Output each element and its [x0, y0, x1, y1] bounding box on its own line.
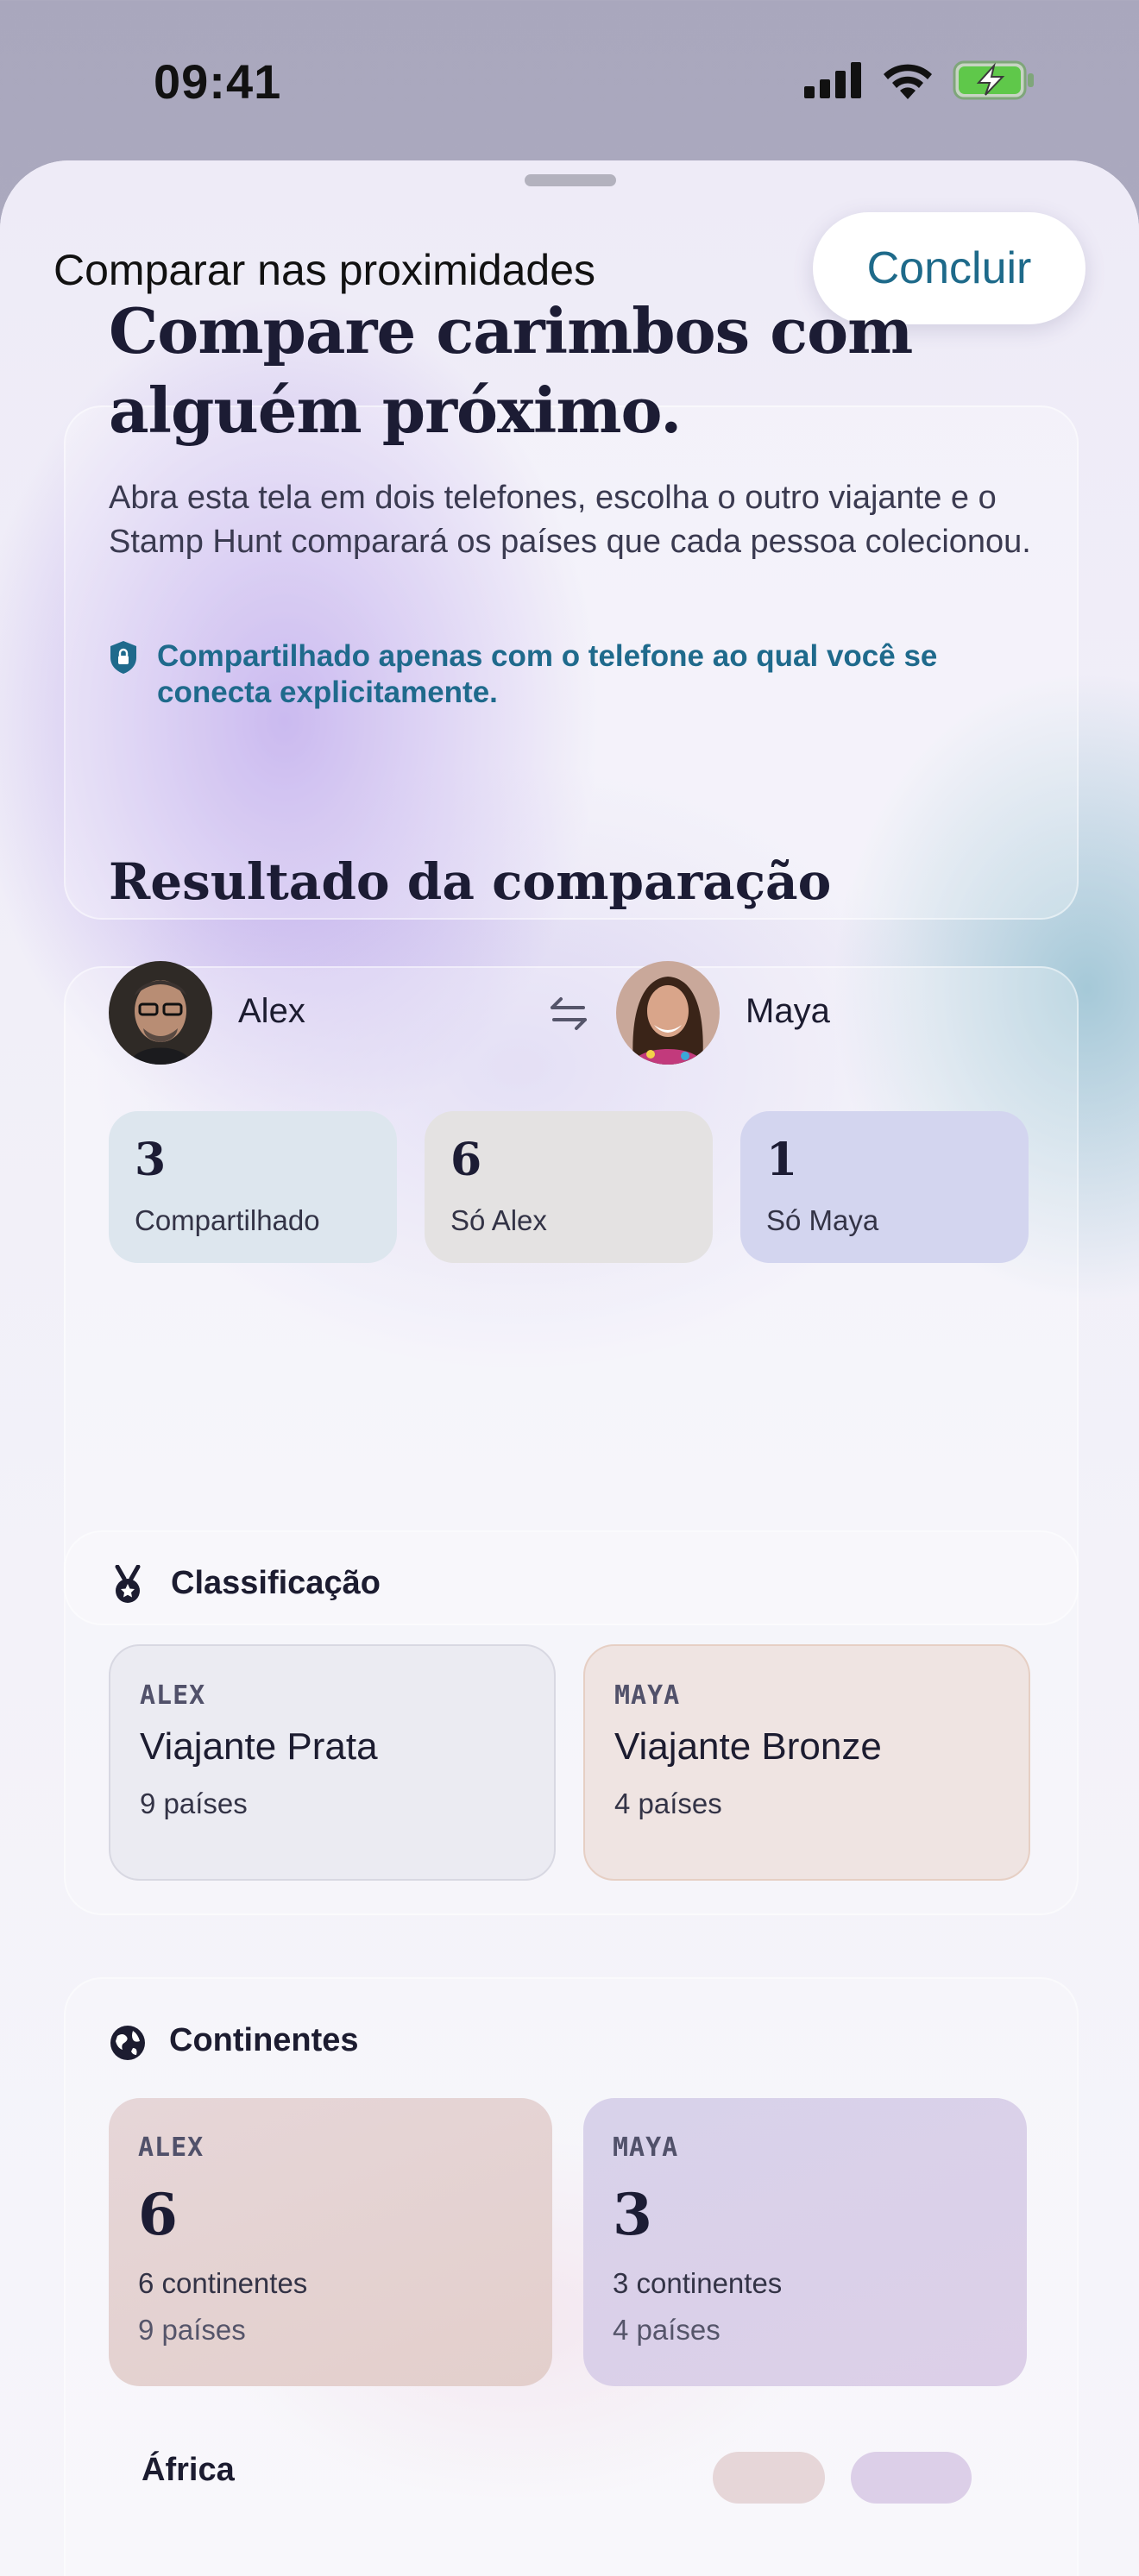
stat-shared: 3 Compartilhado: [109, 1111, 397, 1263]
continent-card-alex-continents: 6 continentes: [138, 2267, 308, 2299]
rank-card-alex-sub: 9 países: [140, 1787, 248, 1819]
ranking-title: Classificação: [171, 1565, 381, 1601]
stat-only-alex: 6 Só Alex: [425, 1111, 713, 1263]
rank-card-alex-tag: ALEX: [140, 1681, 206, 1711]
avatar-alex: [109, 961, 212, 1065]
avatar-maya: [616, 961, 720, 1065]
stat-only-maya: 1 Só Maya: [740, 1111, 1029, 1263]
continent-card-maya-countries: 4 países: [613, 2314, 721, 2346]
stat-shared-value: 3: [135, 1134, 167, 1186]
continent-row-africa[interactable]: África: [109, 2452, 1032, 2504]
stat-only-alex-label: Só Alex: [450, 1204, 547, 1236]
person-b-name: Maya: [746, 992, 830, 1030]
continent-card-maya-value: 3: [613, 2181, 652, 2248]
status-icons: [804, 60, 1035, 100]
cellular-signal-icon: [804, 62, 861, 98]
battery-charging-icon: [953, 60, 1034, 100]
continents-title: Continentes: [169, 2022, 359, 2058]
continent-card-maya-tag: MAYA: [613, 2133, 679, 2163]
continent-card-alex: ALEX 6 6 continentes 9 países: [109, 2098, 552, 2386]
rank-card-maya-sub: 4 países: [614, 1787, 722, 1819]
globe-icon: [110, 2026, 145, 2060]
compare-sheet: Comparar nas proximidades Concluir Compa…: [0, 160, 1139, 2576]
continent-card-alex-countries: 9 países: [138, 2314, 246, 2346]
sheet-title: Comparar nas proximidades: [53, 246, 596, 294]
rank-card-maya: MAYA Viajante Bronze 4 países: [583, 1644, 1030, 1881]
intro-heading-line-1: Compare carimbos com: [109, 294, 913, 368]
stat-only-alex-value: 6: [450, 1134, 482, 1186]
continent-card-maya: MAYA 3 3 continentes 4 países: [583, 2098, 1027, 2386]
intro-body: Abra esta tela em dois telefones, escolh…: [109, 480, 1031, 560]
continent-card-maya-continents: 3 continentes: [613, 2267, 783, 2299]
privacy-note: Compartilhado apenas com o telefone ao q…: [109, 638, 1041, 711]
rank-card-alex: ALEX Viajante Prata 9 países: [109, 1644, 556, 1881]
continent-row-africa-pill-b: [851, 2452, 972, 2504]
continent-row-africa-label: África: [142, 2452, 235, 2488]
continent-card-alex-tag: ALEX: [138, 2133, 205, 2163]
rank-card-alex-title: Viajante Prata: [140, 1725, 378, 1768]
status-time: 09:41: [154, 54, 282, 109]
result-title: Resultado da comparação: [109, 852, 832, 911]
intro-heading: Compare carimbos com alguém próximo.: [109, 292, 972, 450]
medal-icon: [115, 1565, 141, 1603]
lock-shield-icon: [110, 641, 136, 674]
continent-card-alex-value: 6: [138, 2181, 178, 2248]
person-a-name: Alex: [238, 992, 305, 1030]
result-card: [64, 966, 1079, 1625]
sheet-grabber[interactable]: [525, 174, 616, 186]
stat-shared-label: Compartilhado: [135, 1204, 320, 1236]
continent-row-africa-pill-a: [713, 2452, 825, 2504]
privacy-note-text: Compartilhado apenas com o telefone ao q…: [157, 639, 938, 709]
stat-only-maya-label: Só Maya: [766, 1204, 879, 1236]
status-bar: 09:41: [0, 0, 1139, 164]
stat-only-maya-value: 1: [766, 1134, 798, 1186]
intro-heading-line-2: alguém próximo.: [109, 374, 682, 447]
wifi-icon: [884, 64, 932, 99]
rank-card-maya-title: Viajante Bronze: [614, 1725, 882, 1768]
rank-card-maya-tag: MAYA: [614, 1681, 681, 1711]
swap-arrows-icon: [551, 997, 587, 1030]
